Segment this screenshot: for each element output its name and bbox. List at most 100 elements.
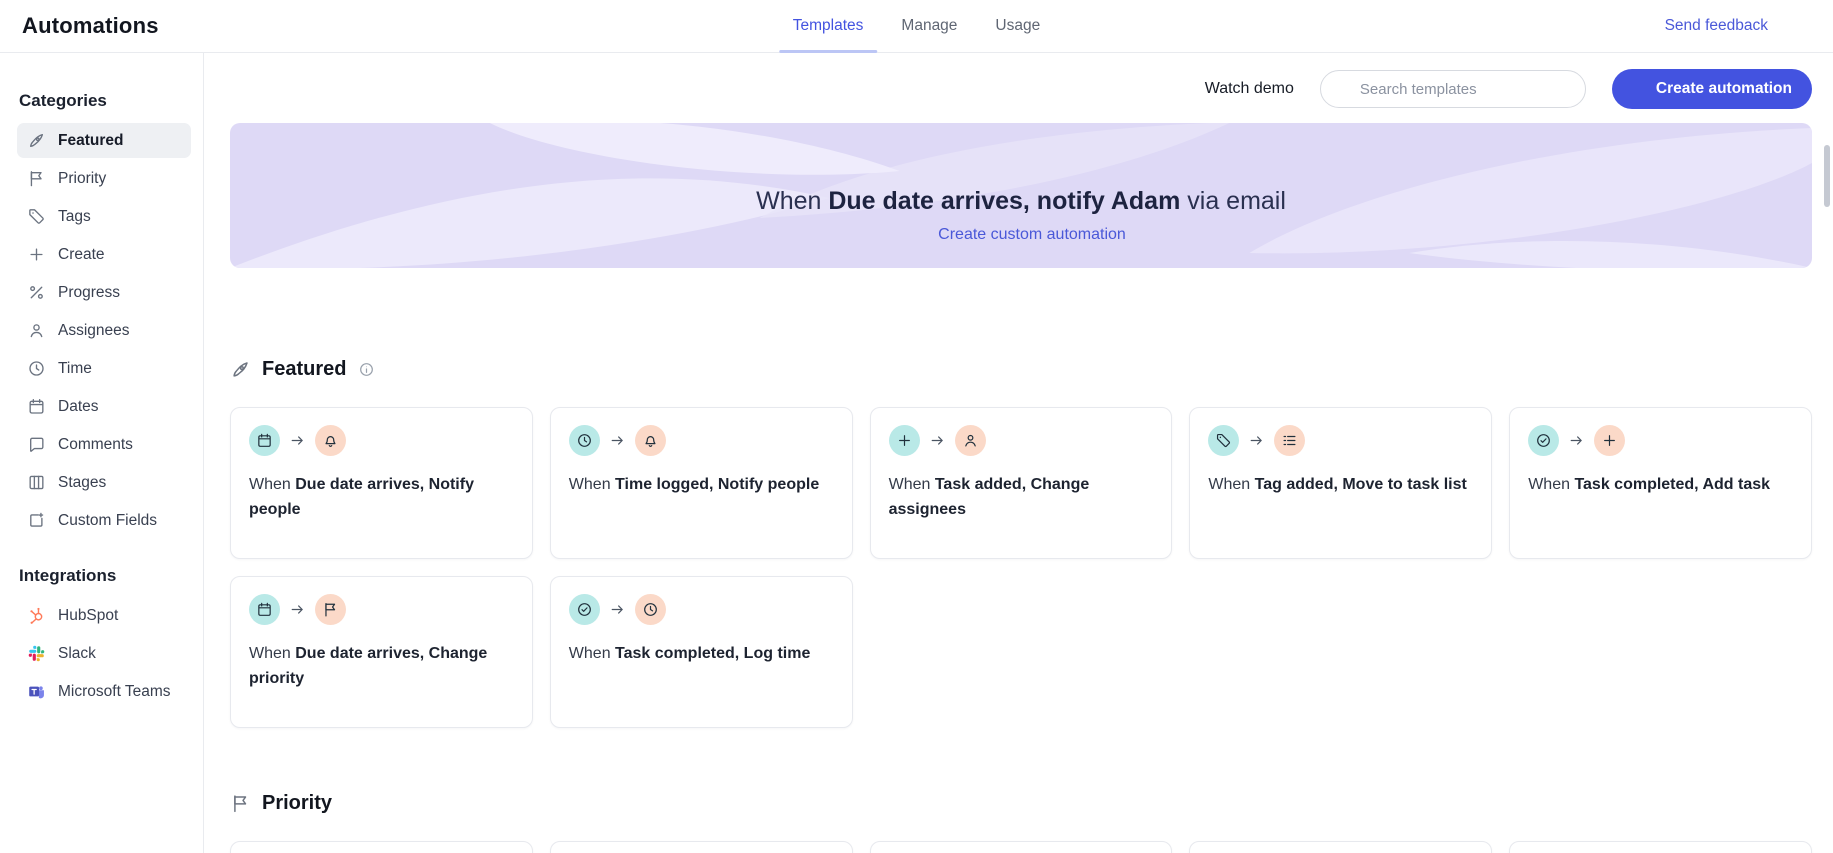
robot-icon	[1005, 148, 1037, 180]
sidebar-item-progress[interactable]: Progress	[17, 275, 191, 310]
section-heading: Priority	[230, 792, 1812, 815]
arrow-right-icon	[1568, 432, 1585, 449]
card-icons	[568, 425, 834, 456]
send-feedback-button[interactable]: Send feedback	[1640, 17, 1768, 35]
watch-demo-button[interactable]: Watch demo	[1174, 79, 1294, 100]
rocket-icon	[27, 131, 46, 150]
card-icons	[249, 594, 514, 625]
card-title: When Due date arrives, Change priority	[249, 645, 488, 687]
template-card[interactable]: When Task completed, Add task	[1509, 407, 1812, 559]
calendar-icon	[249, 425, 280, 456]
create-custom-automation-label: Create custom automation	[938, 225, 1126, 243]
header-right: Send feedback	[1640, 17, 1811, 36]
sidebar-item-label: Progress	[58, 283, 121, 301]
hero-banner[interactable]: When Due date arrives, notify Adam via e…	[230, 123, 1812, 268]
template-card[interactable]: When Tag added, Move to task list	[1189, 407, 1493, 559]
create-custom-automation-link[interactable]: Create custom automation	[916, 226, 1126, 244]
sidebar-item-slack[interactable]: Slack	[17, 636, 191, 671]
template-card[interactable]: When Due date arrives, Notify people	[230, 407, 533, 559]
tab-usage[interactable]: Usage	[995, 0, 1040, 52]
layout: Categories Featured Priority Tags Create Prog…	[0, 53, 1833, 853]
template-card[interactable]	[230, 841, 533, 853]
sidebar-item-label: Dates	[58, 397, 99, 415]
sidebar-item-create[interactable]: Create	[17, 237, 191, 272]
template-card[interactable]	[1509, 841, 1812, 853]
section-title: Priority	[262, 792, 333, 814]
teams-icon	[27, 682, 46, 701]
sidebar-item-featured[interactable]: Featured	[17, 123, 191, 158]
sidebar-item-label: Priority	[58, 169, 107, 187]
watch-demo-label: Watch demo	[1204, 80, 1294, 97]
search-input[interactable]	[1359, 80, 1571, 98]
card-title: When Task completed, Add task	[1528, 476, 1771, 493]
sidebar-item-hubspot[interactable]: HubSpot	[17, 598, 191, 633]
person-icon	[27, 321, 46, 340]
sidebar-item-label: Assignees	[58, 321, 130, 339]
plus-icon	[916, 228, 930, 242]
vertical-scrollbar[interactable]	[1824, 145, 1830, 207]
template-sections: Featured When Due date arrives, Notify pe…	[230, 358, 1812, 853]
page-title: Automations	[22, 13, 159, 38]
sidebar-item-label: Slack	[58, 644, 96, 662]
clock-icon	[634, 594, 666, 625]
close-icon[interactable]	[1792, 17, 1811, 36]
tab-manage[interactable]: Manage	[901, 0, 957, 52]
card-title: When Tag added, Move to task list	[1208, 476, 1467, 493]
template-card[interactable]	[869, 841, 1173, 853]
sidebar: Categories Featured Priority Tags Create Prog…	[0, 53, 204, 853]
sidebar-item-label: Stages	[58, 473, 107, 491]
flag-icon	[230, 793, 251, 814]
sidebar-item-priority[interactable]: Priority	[17, 161, 191, 196]
tag-icon	[27, 207, 46, 226]
sidebar-item-stages[interactable]: Stages	[17, 465, 191, 500]
template-card[interactable]: When Task added, Change assignees	[869, 407, 1173, 559]
template-card[interactable]: When Due date arrives, Change priority	[230, 576, 533, 728]
section-title: Featured	[262, 358, 347, 380]
percent-icon	[27, 283, 46, 302]
clock-icon	[27, 359, 46, 378]
person-icon	[954, 425, 986, 456]
sidebar-item-label: Custom Fields	[58, 511, 158, 529]
card-icons	[568, 594, 834, 625]
arrow-right-icon	[289, 601, 306, 618]
search-box	[1319, 70, 1586, 108]
card-icons	[1528, 425, 1793, 456]
sidebar-item-label: Tags	[58, 207, 91, 225]
create-automation-button[interactable]: Create automation	[1611, 69, 1812, 109]
card-icons	[888, 425, 1154, 456]
template-card[interactable]: When Time logged, Notify people	[549, 407, 853, 559]
arrow-right-icon	[609, 601, 626, 618]
sidebar-item-custom-fields[interactable]: Custom Fields	[17, 503, 191, 538]
play-circle-icon	[1174, 79, 1195, 100]
template-card[interactable]	[549, 841, 853, 853]
card-title: When Task added, Change assignees	[888, 476, 1090, 518]
sidebar-item-microsoft-teams[interactable]: Microsoft Teams	[17, 674, 191, 709]
sidebar-item-label: Featured	[58, 131, 124, 149]
hubspot-icon	[27, 606, 46, 625]
arrow-right-icon	[609, 432, 626, 449]
bell-icon	[315, 425, 346, 456]
sidebar-item-tags[interactable]: Tags	[17, 199, 191, 234]
custom-field-icon	[27, 511, 46, 530]
columns-icon	[27, 473, 46, 492]
header: Automations Templates Manage Usage Send fe…	[0, 0, 1833, 53]
sidebar-section-title-integrations: Integrations	[19, 566, 117, 585]
banner-content: When Due date arrives, notify Adam via e…	[756, 148, 1286, 244]
tab-templates[interactable]: Templates	[778, 0, 878, 53]
sidebar-item-comments[interactable]: Comments	[17, 427, 191, 462]
card-icons	[1208, 425, 1473, 456]
create-automation-label: Create automation	[1655, 80, 1792, 97]
plus-icon	[27, 245, 46, 264]
sidebar-item-label: Comments	[58, 435, 133, 453]
tabs: Templates Manage Usage	[778, 0, 1040, 53]
sidebar-item-dates[interactable]: Dates	[17, 389, 191, 424]
template-card[interactable]: When Task completed, Log time	[549, 576, 853, 728]
template-card[interactable]	[1189, 841, 1493, 853]
sidebar-item-assignees[interactable]: Assignees	[17, 313, 191, 348]
flag-icon	[315, 594, 346, 625]
sidebar-item-time[interactable]: Time	[17, 351, 191, 386]
search-icon	[1335, 81, 1351, 97]
card-title: When Task completed, Log time	[568, 645, 811, 662]
list-icon	[1274, 425, 1306, 456]
tag-icon	[1208, 425, 1240, 456]
